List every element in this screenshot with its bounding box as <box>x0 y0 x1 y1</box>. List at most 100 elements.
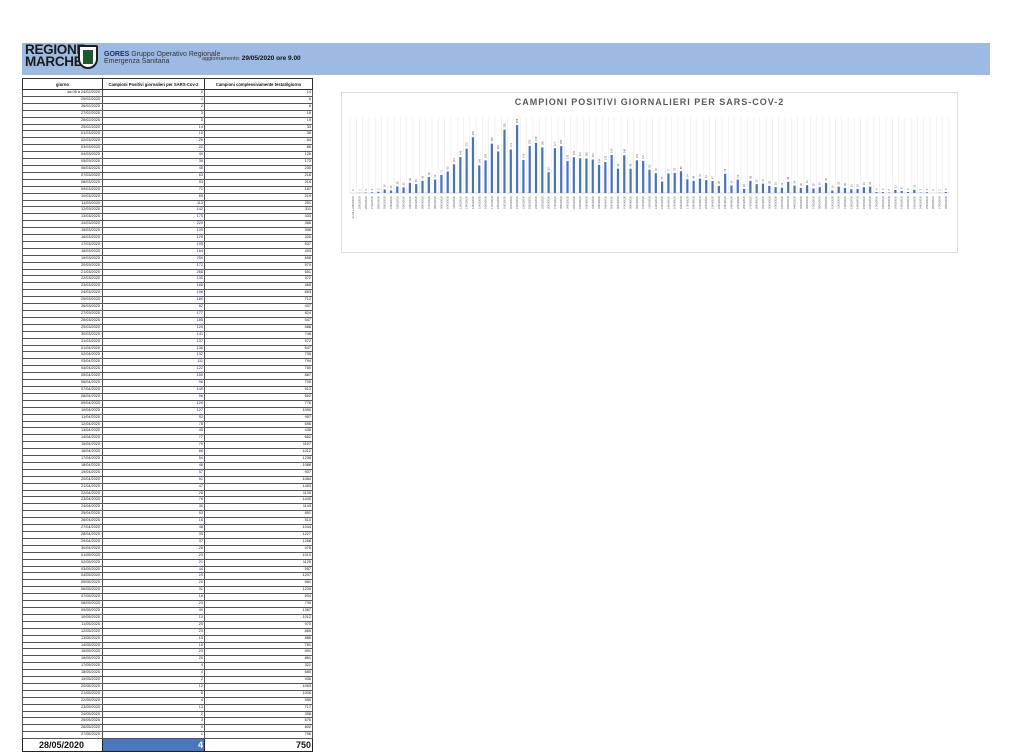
cell-date: 20/03/2020 <box>23 262 103 269</box>
chart-data-label: 37 <box>761 178 765 181</box>
chart-data-label: 15 <box>849 184 853 187</box>
chart-data-label: 172 <box>509 143 513 148</box>
cell-positives: 2 <box>103 677 205 684</box>
cell-positives: 37 <box>103 538 205 545</box>
cell-date: 24/04/2020 <box>23 504 103 511</box>
cell-positives: 220 <box>103 221 205 228</box>
cell-date: 08/05/2020 <box>23 601 103 608</box>
chart-data-label: 1 <box>357 189 361 191</box>
table-row: 25/05/20203576 <box>23 718 313 725</box>
cell-tested: 1012 <box>205 449 313 456</box>
table-row: 29/04/2020371268 <box>23 538 313 545</box>
cell-positives: 57 <box>103 469 205 476</box>
chart-data-label: 71 <box>439 170 443 173</box>
table-row: 13/05/202015886 <box>23 635 313 642</box>
cell-tested: 1440 <box>205 497 313 504</box>
cell-date: 10/04/2020 <box>23 407 103 414</box>
chart-data-label: 96 <box>616 163 620 166</box>
chart-tick-label: 19/03/2020 <box>502 195 506 209</box>
chart-data-label: 126 <box>566 154 570 159</box>
chart-bar <box>901 191 903 193</box>
chart-tick-label: 13/04/2020 <box>660 195 664 209</box>
chart-data-label: 25 <box>868 181 872 184</box>
chart-tick-label: 10/03/2020 <box>446 195 450 209</box>
chart-data-label: 57 <box>698 173 702 176</box>
cell-tested: 746 <box>205 331 313 338</box>
cell-date: 01/05/2020 <box>23 552 103 559</box>
cell-tested: 588 <box>205 324 313 331</box>
chart-tick-label: 17/04/2020 <box>685 195 689 209</box>
cell-tested: 907 <box>205 469 313 476</box>
chart-tick-label: 23/03/2020 <box>528 195 532 209</box>
chart-tick-label: 30/04/2020 <box>767 195 771 209</box>
chart-bar <box>491 144 493 193</box>
chart-data-label: 76 <box>723 168 727 171</box>
chart-tick-label: 04/03/2020 <box>408 195 412 209</box>
cell-tested: 667 <box>205 373 313 380</box>
cell-positives: 53 <box>103 511 205 518</box>
chart-bar <box>907 192 909 193</box>
cell-tested: 36 <box>205 131 313 138</box>
cell-positives: 53 <box>103 179 205 186</box>
table-header-row: giorno Campioni Positivi giornalieri per… <box>23 79 313 90</box>
chart-tick-label: 09/03/2020 <box>439 195 443 209</box>
table-row: 23/04/2020761440 <box>23 497 313 504</box>
cell-positives: 149 <box>103 386 205 393</box>
table-row: 22/03/2020130372 <box>23 276 313 283</box>
chart-tick-label: 06/05/2020 <box>805 195 809 209</box>
cell-positives: 22 <box>103 145 205 152</box>
cell-positives: 185 <box>103 317 205 324</box>
cell-tested: 680 <box>205 670 313 677</box>
chart-bar <box>585 159 587 193</box>
header-band: REGIONE MARCHE GORES Gruppo Operativo Re… <box>22 43 990 75</box>
chart-bar <box>402 187 404 193</box>
chart-tick-label: 07/04/2020 <box>622 195 626 209</box>
cell-date: 29/04/2020 <box>23 538 103 545</box>
chart-bar <box>875 192 877 193</box>
cell-tested: 1086 <box>205 462 313 469</box>
cell-date: 07/04/2020 <box>23 386 103 393</box>
cell-tested: 403 <box>205 248 313 255</box>
table-row: 02/05/2020211125 <box>23 559 313 566</box>
chart-data-label: 26 <box>395 181 399 184</box>
table-row: 04/03/202040126 <box>23 152 313 159</box>
cell-positives: 4 <box>103 663 205 670</box>
cell-tested: 735 <box>205 352 313 359</box>
cell-positives: 1 <box>103 96 205 103</box>
cell-positives: 82 <box>103 304 205 311</box>
cell-positives: 30 <box>103 504 205 511</box>
table-body: da 06 a 24/02/202001425/02/20201626/02/2… <box>23 90 313 752</box>
chart-data-label: 111 <box>597 158 601 162</box>
chart-data-label: 44 <box>786 176 790 179</box>
cell-tested: 978 <box>205 545 313 552</box>
cell-tested: 437 <box>205 304 313 311</box>
chart-bar <box>415 184 417 193</box>
cell-tested: 386 <box>205 221 313 228</box>
cell-positives: 47 <box>103 483 205 490</box>
chart-tick-label: 20/03/2020 <box>509 195 513 209</box>
table-row: 28/03/2020185547 <box>23 317 313 324</box>
chart-tick-label: 26/03/2020 <box>547 195 551 209</box>
cell-date: 07/05/2020 <box>23 594 103 601</box>
chart-tick-label: 03/05/2020 <box>786 195 790 209</box>
chart-data-label: 127 <box>641 154 645 159</box>
cell-date: 02/05/2020 <box>23 559 103 566</box>
cell-positives: 31 <box>103 587 205 594</box>
chart-bar <box>730 185 732 193</box>
chart-tick-label: 11/05/2020 <box>837 195 841 208</box>
cell-tested: 651 <box>205 269 313 276</box>
chart-bar <box>472 137 474 193</box>
cell-positives: 1 <box>103 732 205 739</box>
chart-tick-label: 24/05/2020 <box>919 195 923 209</box>
chart-bar <box>573 157 575 193</box>
chart-tick-label: 19/05/2020 <box>887 195 891 209</box>
table-row: 08/04/202096662 <box>23 393 313 400</box>
cell-date: 13/03/2020 <box>23 214 103 221</box>
chart-tick-label: 08/03/2020 <box>433 195 437 209</box>
chart-tick-label: 26/05/2020 <box>931 195 935 209</box>
cell-tested: 557 <box>205 566 313 573</box>
table-row: 16/04/2020861012 <box>23 449 313 456</box>
cell-tested: 936 <box>205 677 313 684</box>
cell-date: 31/03/2020 <box>23 338 103 345</box>
cell-tested: 1130 <box>205 490 313 497</box>
